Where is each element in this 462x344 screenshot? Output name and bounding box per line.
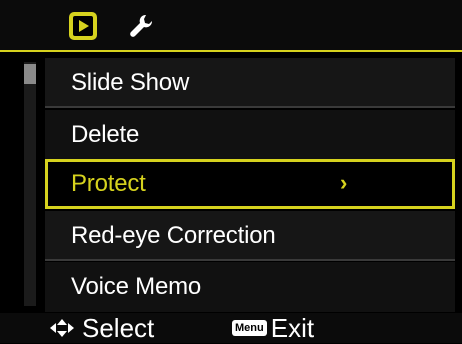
menu-item-label: Delete	[71, 121, 140, 148]
header-divider	[0, 50, 462, 52]
chevron-right-icon: ›	[340, 170, 348, 195]
menu-item-voice-memo[interactable]: Voice Memo	[45, 262, 455, 312]
menu-item-label: Slide Show	[71, 69, 190, 96]
menu-item-label: Voice Memo	[71, 273, 202, 300]
menu-item-slide-show[interactable]: Slide Show	[45, 58, 455, 108]
divider	[45, 106, 455, 108]
scrollbar-thumb[interactable]	[24, 64, 36, 84]
divider	[45, 259, 455, 261]
menu-item-label: Protect	[71, 170, 146, 197]
select-hint: Select	[48, 313, 154, 343]
menu-key-icon: Menu	[232, 320, 267, 336]
footer-bar: Select Menu Exit	[0, 313, 462, 343]
playback-icon[interactable]	[68, 11, 98, 41]
scrollbar[interactable]	[24, 62, 36, 306]
menu-item-label: Red-eye Correction	[71, 222, 276, 249]
menu-list: Slide Show Delete Protect › Red-eye Corr…	[45, 58, 455, 312]
menu-item-delete[interactable]: Delete	[45, 110, 455, 160]
exit-hint: Menu Exit	[232, 313, 314, 343]
wrench-icon[interactable]	[128, 13, 158, 43]
tab-bar	[0, 0, 462, 50]
exit-label: Exit	[270, 312, 315, 343]
select-label: Select	[82, 312, 155, 343]
four-way-arrows-icon	[50, 319, 74, 337]
menu-item-protect[interactable]: Protect ›	[45, 159, 455, 209]
menu-item-red-eye-correction[interactable]: Red-eye Correction	[45, 211, 455, 261]
